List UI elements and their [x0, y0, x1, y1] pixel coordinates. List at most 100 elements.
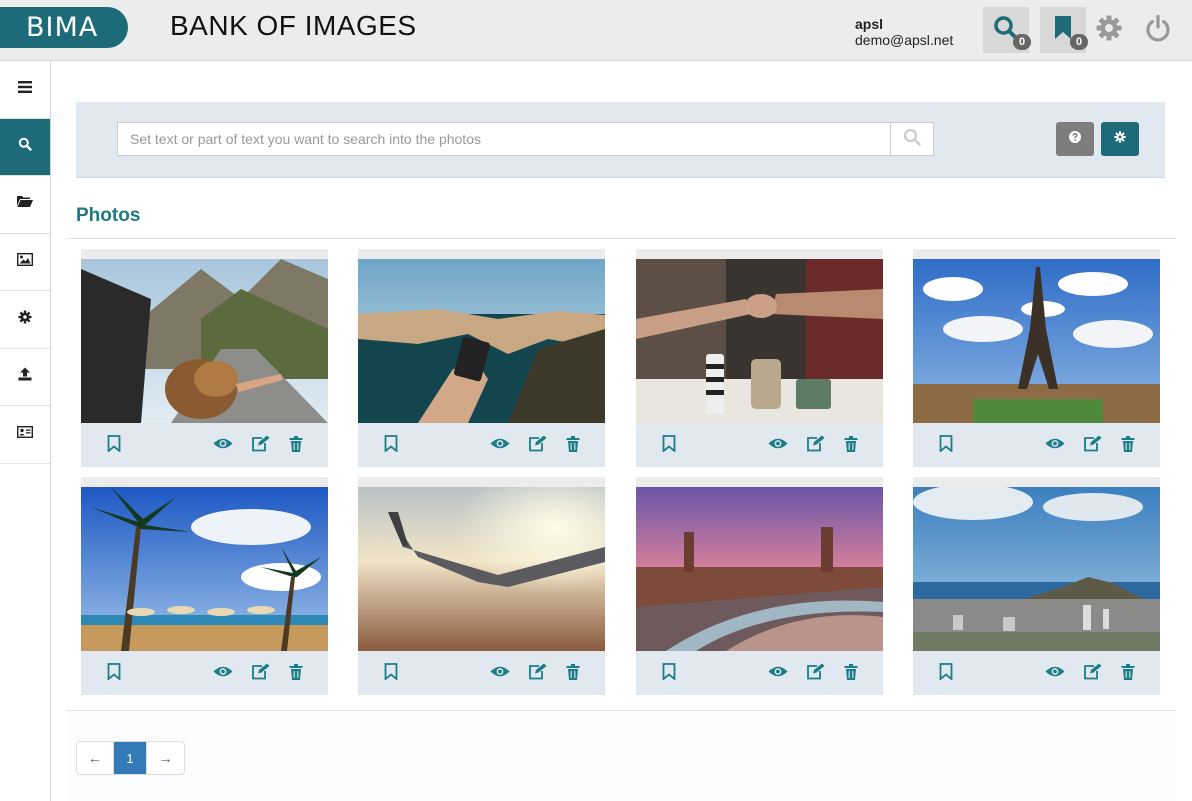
delete-button[interactable]: [286, 663, 306, 685]
bookmark-button[interactable]: [381, 663, 401, 685]
edit-button[interactable]: [527, 663, 547, 684]
photo-actions: [358, 651, 605, 695]
bookmark-button[interactable]: [104, 663, 124, 684]
photo-grid: [81, 249, 1161, 697]
photo-thumbnail[interactable]: [913, 487, 1160, 651]
photo-thumbnail[interactable]: [636, 259, 883, 423]
bookmark-count-badge: 0: [1070, 34, 1088, 50]
eye-icon: [490, 665, 510, 683]
pagination-area: ← 1 →: [66, 710, 1176, 801]
pagination: ← 1 →: [76, 741, 185, 775]
delete-button[interactable]: [286, 435, 306, 456]
upload-icon: [18, 367, 32, 386]
search-input[interactable]: [117, 122, 892, 156]
view-button[interactable]: [768, 664, 788, 684]
delete-button[interactable]: [1118, 435, 1138, 456]
divider: [66, 238, 1176, 239]
edit-icon: [806, 435, 825, 457]
bookmark-button[interactable]: [936, 435, 956, 457]
bookmark-button[interactable]: [936, 663, 956, 684]
page-number-current[interactable]: 1: [114, 742, 147, 774]
view-button[interactable]: [213, 664, 233, 684]
user-email: demo@apsl.net: [855, 32, 954, 48]
photo-actions: [358, 423, 605, 467]
sidebar-item-contacts[interactable]: [0, 406, 50, 464]
edit-button[interactable]: [1082, 435, 1102, 456]
bookmark-icon: [384, 663, 398, 685]
photo-thumbnail[interactable]: [358, 487, 605, 651]
photo-thumbnail[interactable]: [636, 487, 883, 651]
logout-button[interactable]: [1142, 14, 1174, 46]
photo-thumbnail[interactable]: [358, 259, 605, 423]
settings-gear-button[interactable]: [1093, 14, 1125, 46]
bookmark-button[interactable]: [659, 663, 679, 684]
bookmarks-button[interactable]: 0: [1040, 7, 1088, 53]
edit-icon: [251, 663, 270, 685]
photo-card: [636, 249, 883, 467]
eye-icon: [1045, 665, 1065, 683]
photo-thumbnail[interactable]: [81, 259, 328, 423]
sidebar-item-menu[interactable]: [0, 61, 50, 119]
view-button[interactable]: [490, 436, 510, 456]
photos-section-title: Photos: [76, 205, 141, 226]
delete-button[interactable]: [563, 663, 583, 684]
delete-button[interactable]: [841, 435, 861, 456]
photo-card: [81, 477, 328, 695]
id-card-icon: [16, 425, 34, 443]
photo-thumbnail[interactable]: [913, 259, 1160, 423]
view-button[interactable]: [490, 664, 510, 684]
photo-actions: [636, 651, 883, 695]
bookmark-button[interactable]: [659, 435, 679, 456]
delete-button[interactable]: [841, 663, 861, 684]
search-submit-button[interactable]: [890, 122, 934, 156]
delete-button[interactable]: [1118, 663, 1138, 684]
gear-icon: [1114, 130, 1126, 148]
view-button[interactable]: [1045, 436, 1065, 456]
prev-page-button[interactable]: ←: [77, 742, 114, 774]
edit-button[interactable]: [250, 663, 270, 685]
edit-button[interactable]: [527, 435, 547, 457]
edit-button[interactable]: [1082, 663, 1102, 685]
sidebar-item-folders[interactable]: [0, 176, 50, 234]
help-button[interactable]: [1056, 122, 1094, 156]
eye-icon: [1045, 437, 1065, 455]
sidebar: [0, 61, 51, 801]
saved-searches-button[interactable]: 0: [983, 7, 1031, 53]
edit-icon: [1083, 663, 1102, 685]
photo-actions: [913, 651, 1160, 695]
bookmark-button[interactable]: [104, 435, 124, 457]
search-settings-button[interactable]: [1101, 122, 1139, 156]
gear-icon: [1095, 14, 1123, 47]
trash-icon: [289, 663, 303, 685]
bookmark-icon: [384, 435, 398, 457]
photo-actions: [913, 423, 1160, 467]
next-page-button[interactable]: →: [147, 742, 184, 774]
photo-card: [81, 249, 328, 467]
sidebar-item-search[interactable]: [0, 118, 50, 176]
power-icon: [1144, 14, 1172, 47]
edit-icon: [251, 435, 270, 457]
edit-icon: [528, 435, 547, 457]
edit-button[interactable]: [250, 435, 270, 457]
view-button[interactable]: [768, 436, 788, 456]
edit-button[interactable]: [805, 435, 825, 457]
search-icon: [903, 128, 921, 151]
search-count-badge: 0: [1013, 34, 1031, 50]
delete-button[interactable]: [563, 435, 583, 456]
search-icon: [18, 137, 32, 156]
search-panel: [76, 102, 1165, 178]
brand-logo[interactable]: BIMA: [0, 7, 128, 48]
view-button[interactable]: [1045, 664, 1065, 684]
user-info: apsl demo@apsl.net: [855, 16, 953, 48]
gear-icon: [18, 310, 32, 329]
view-button[interactable]: [213, 436, 233, 456]
sidebar-item-upload[interactable]: [0, 349, 50, 406]
bookmark-icon: [107, 435, 121, 457]
sidebar-item-images[interactable]: [0, 234, 50, 291]
bookmark-icon: [939, 435, 953, 457]
edit-icon: [806, 663, 825, 685]
sidebar-item-settings[interactable]: [0, 291, 50, 349]
photo-thumbnail[interactable]: [81, 487, 328, 651]
edit-button[interactable]: [805, 663, 825, 685]
bookmark-button[interactable]: [381, 435, 401, 457]
